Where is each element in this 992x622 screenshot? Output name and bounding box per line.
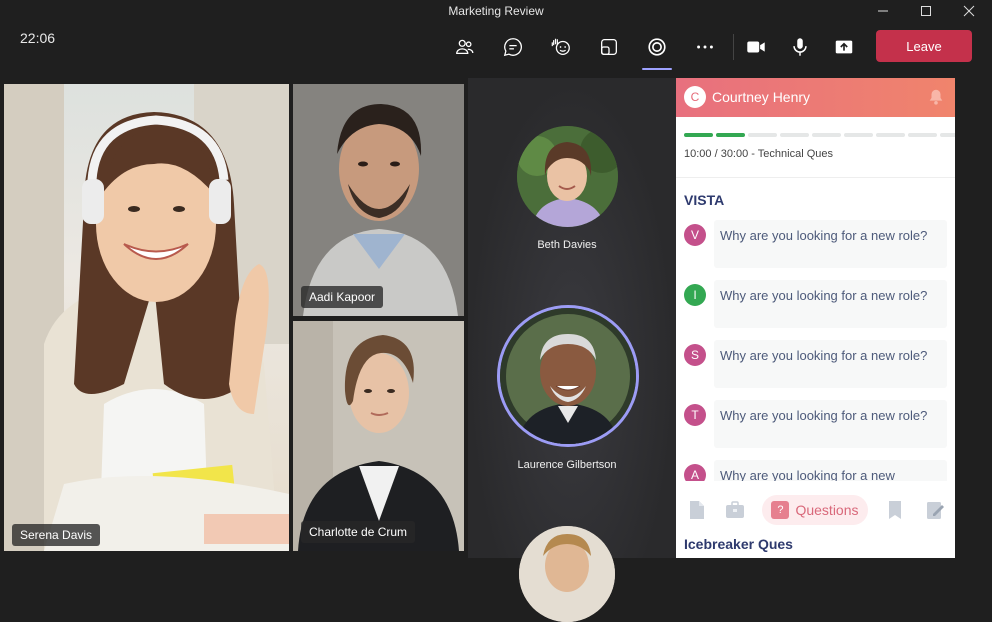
questions-tab-label: Questions — [795, 502, 859, 518]
progress-segment — [908, 133, 937, 137]
leave-button[interactable]: Leave — [876, 30, 972, 62]
progress-segment — [748, 133, 777, 137]
participant-name-label: Serena Davis — [12, 524, 101, 546]
progress-segment — [876, 133, 905, 137]
participant-video — [517, 126, 618, 227]
mic-icon[interactable] — [783, 32, 817, 62]
participant-video — [519, 526, 615, 622]
raise-hand-icon[interactable] — [544, 32, 578, 62]
question-text: Why are you looking for a new role? — [714, 220, 947, 268]
window-title: Marketing Review — [448, 4, 544, 18]
question-icon: ? — [771, 501, 790, 519]
next-section-title: Icebreaker Ques — [684, 536, 793, 552]
briefcase-icon[interactable] — [724, 499, 746, 521]
more-icon[interactable] — [688, 32, 722, 62]
progress-segment — [716, 133, 745, 137]
panel-header: C Courtney Henry — [676, 78, 955, 117]
share-icon[interactable] — [827, 32, 861, 62]
panel-footer-tabs: ? Questions — [676, 481, 955, 537]
question-letter-badge: S — [684, 344, 706, 366]
question-letter-badge: T — [684, 404, 706, 426]
question-letter-badge: I — [684, 284, 706, 306]
avatar-beth[interactable] — [517, 126, 618, 227]
camera-icon[interactable] — [739, 32, 773, 62]
section-title: VISTA — [684, 192, 725, 208]
minimize-icon[interactable] — [860, 0, 906, 22]
question-text: Why are you looking for a new role? — [714, 280, 947, 328]
participant-video — [293, 84, 464, 316]
question-item[interactable]: V Why are you looking for a new role? — [682, 220, 947, 268]
document-icon[interactable] — [686, 499, 708, 521]
avatar-laurence-speaking[interactable] — [497, 305, 639, 447]
avatar-partial[interactable] — [519, 526, 615, 622]
meeting-toolbar: 22:06 Leave — [0, 22, 992, 78]
participant-video — [293, 321, 464, 551]
apps-icon[interactable] — [640, 32, 674, 70]
toolbar-divider — [733, 34, 734, 60]
progress-segment — [844, 133, 873, 137]
participant-name-label: Laurence Gilbertson — [517, 459, 617, 471]
questions-tab[interactable]: ? Questions — [762, 495, 868, 525]
title-bar: Marketing Review — [0, 0, 992, 22]
progress-segment — [940, 133, 955, 137]
bell-icon[interactable] — [927, 88, 945, 106]
participant-name-label: Charlotte de Crum — [301, 521, 416, 543]
participant-name-label: Beth Davies — [537, 239, 597, 251]
progress-segment — [780, 133, 809, 137]
candidate-name: Courtney Henry — [712, 89, 811, 105]
video-tile-charlotte[interactable]: Charlotte de Crum — [293, 321, 464, 551]
video-tile-aadi[interactable]: Aadi Kapoor — [293, 84, 464, 316]
progress-segment — [684, 133, 713, 137]
video-tile-serena[interactable]: Serena Davis — [4, 84, 289, 551]
panel-divider — [676, 177, 955, 178]
notes-icon[interactable] — [924, 499, 946, 521]
meeting-clock: 22:06 — [20, 30, 56, 46]
candidate-avatar: C — [684, 86, 706, 108]
view-icon[interactable] — [592, 32, 626, 62]
progress-segment — [812, 133, 841, 137]
participant-video — [4, 84, 289, 551]
question-letter-badge: V — [684, 224, 706, 246]
interview-progress — [684, 133, 955, 137]
interview-panel: C Courtney Henry 10:00 / 30:00 - Technic… — [676, 78, 955, 558]
interview-timer: 10:00 / 30:00 - Technical Ques — [684, 148, 834, 160]
question-item[interactable]: I Why are you looking for a new role? — [682, 280, 947, 328]
right-edge — [955, 78, 992, 558]
question-text: Why are you looking for a new role? — [714, 340, 947, 388]
participant-video — [500, 308, 636, 444]
bookmark-icon[interactable] — [884, 499, 906, 521]
maximize-icon[interactable] — [903, 0, 949, 22]
chat-icon[interactable] — [496, 32, 530, 62]
participant-name-label: Aadi Kapoor — [301, 286, 384, 308]
people-icon[interactable] — [448, 32, 482, 62]
question-text: Why are you looking for a new role? — [714, 400, 947, 448]
question-item[interactable]: S Why are you looking for a new role? — [682, 340, 947, 388]
close-icon[interactable] — [946, 0, 992, 22]
question-item[interactable]: T Why are you looking for a new role? — [682, 400, 947, 448]
